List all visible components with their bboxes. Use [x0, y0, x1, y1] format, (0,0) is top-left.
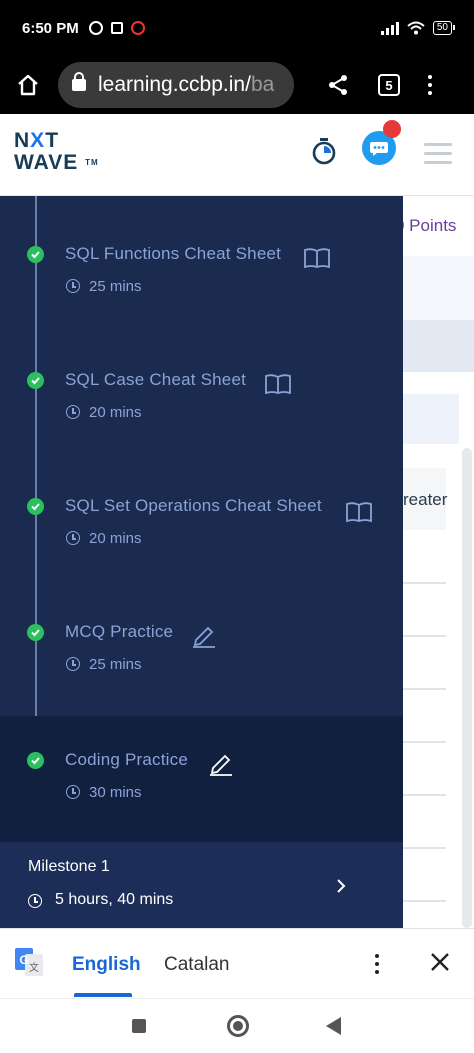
back-button[interactable]: [326, 1017, 341, 1035]
lesson-item[interactable]: SQL Set Operations Cheat Sheet 20 mins: [0, 448, 403, 574]
signal-icon: [380, 21, 399, 35]
check-icon: [27, 246, 44, 263]
clock-icon: [66, 657, 80, 671]
google-translate-icon: G 文: [15, 948, 43, 976]
lesson-duration: 20 mins: [89, 530, 142, 547]
clock-icon: [66, 531, 80, 545]
home-nav-button[interactable]: [227, 1015, 249, 1037]
battery-icon: 50: [432, 21, 456, 35]
pencil-icon: [208, 750, 234, 781]
home-icon: [18, 74, 38, 96]
milestone-item[interactable]: Milestone 1 5 hours, 40 mins: [0, 842, 403, 928]
milestone-title: Milestone 1: [28, 858, 110, 875]
clock-icon: [66, 785, 80, 799]
check-icon: [27, 624, 44, 641]
share-button[interactable]: [326, 73, 350, 97]
book-icon: [346, 502, 372, 527]
book-icon: [265, 374, 291, 399]
lesson-title: SQL Functions Cheat Sheet: [65, 244, 282, 263]
lesson-item[interactable]: SQL Case Cheat Sheet 20 mins: [0, 322, 403, 448]
clock-icon: [66, 279, 80, 293]
flag-icon: [110, 22, 123, 34]
translate-menu-button[interactable]: [375, 954, 379, 974]
chevron-right-icon[interactable]: [336, 878, 346, 899]
nxtwave-logo[interactable]: NXT WAVE TM: [14, 130, 99, 174]
close-icon[interactable]: [429, 951, 451, 978]
check-icon: [27, 498, 44, 515]
timer-icon: [312, 138, 336, 165]
lesson-item[interactable]: MCQ Practice 25 mins: [0, 574, 403, 700]
language-tab-english[interactable]: English: [72, 954, 141, 976]
selected-tab-indicator: [74, 993, 132, 997]
lesson-title: SQL Case Cheat Sheet: [65, 370, 247, 389]
milestone-duration: 5 hours, 40 mins: [55, 891, 174, 908]
browser-menu-button[interactable]: [428, 75, 432, 95]
page-scrollbar[interactable]: [462, 448, 472, 928]
lesson-item[interactable]: SQL Functions Cheat Sheet 25 mins: [0, 196, 403, 322]
status-system-icons: 50: [380, 21, 456, 35]
lesson-duration: 25 mins: [89, 656, 142, 673]
lesson-duration: 30 mins: [89, 784, 142, 801]
wifi-icon: [407, 21, 425, 35]
svg-text:文: 文: [29, 961, 39, 974]
browser-toolbar: learning.ccbp.in/ba 5: [0, 56, 474, 114]
tab-switcher-button[interactable]: 5: [378, 74, 400, 96]
lesson-item-active[interactable]: Coding Practice 30 mins: [0, 716, 403, 842]
check-icon: [27, 372, 44, 389]
recents-button[interactable]: [132, 1019, 146, 1033]
check-icon: [27, 752, 44, 769]
lesson-title: MCQ Practice: [65, 622, 174, 641]
system-nav-bar: [0, 998, 474, 1053]
lesson-title: SQL Set Operations Cheat Sheet: [65, 496, 322, 515]
home-button[interactable]: [14, 71, 42, 99]
lesson-duration: 20 mins: [89, 404, 142, 421]
pencil-icon: [191, 622, 217, 653]
status-notification-icons: [88, 21, 145, 35]
background-text: reater: [403, 490, 448, 509]
url-bar[interactable]: learning.ccbp.in/ba: [58, 62, 294, 108]
record-icon: [130, 21, 145, 35]
lesson-duration: 25 mins: [89, 278, 142, 295]
clock-icon: [28, 894, 42, 908]
lock-icon: [72, 72, 86, 91]
course-sidebar: SQL Functions Cheat Sheet 25 mins SQL Ca…: [0, 196, 403, 928]
lesson-title: Coding Practice: [65, 750, 189, 769]
timer-button[interactable]: [311, 138, 337, 171]
url-text: learning.ccbp.in/ba: [98, 73, 275, 96]
points-text: 0 Points: [395, 216, 457, 235]
clock-icon: [66, 405, 80, 419]
notification-badge: [383, 120, 401, 138]
translate-bar: G 文 English Catalan: [0, 928, 474, 998]
language-tab-catalan[interactable]: Catalan: [164, 954, 230, 976]
status-time: 6:50 PM: [22, 19, 79, 37]
book-icon: [304, 248, 330, 273]
hamburger-menu-icon[interactable]: [424, 143, 452, 164]
app-header: NXT WAVE TM: [0, 114, 474, 196]
alarm-icon: [88, 21, 103, 35]
share-icon: [329, 75, 347, 95]
status-bar: 6:50 PM 50: [0, 0, 474, 56]
svg-text:G: G: [19, 953, 28, 967]
